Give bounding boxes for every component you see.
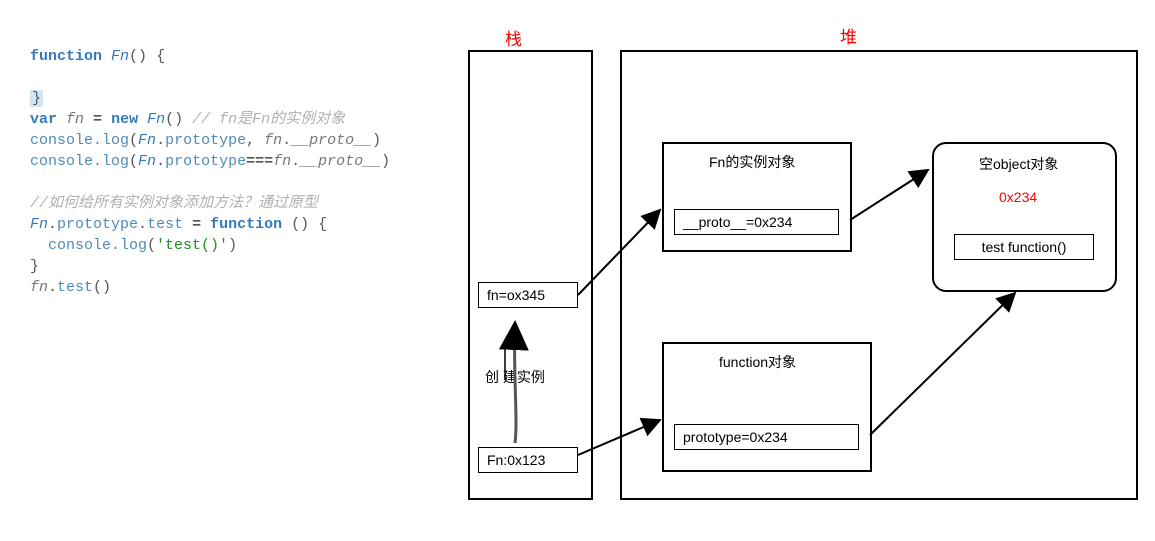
instance-proto-box: __proto__=0x234 <box>674 209 839 235</box>
function-box: function对象 prototype=0x234 <box>662 342 872 472</box>
code-block: function Fn() { } var fn = new Fn() // f… <box>30 25 390 298</box>
empty-title: 空object对象 <box>979 154 1058 174</box>
close-brace: } <box>30 90 43 107</box>
heap-box: Fn的实例对象 __proto__=0x234 function对象 proto… <box>620 50 1138 500</box>
fn-name: Fn <box>111 48 129 65</box>
instance-title: Fn的实例对象 <box>709 152 795 172</box>
function-title: function对象 <box>719 352 796 372</box>
fn-ptr-box: Fn:0x123 <box>478 447 578 473</box>
fn-var-box: fn=ox345 <box>478 282 578 308</box>
function-proto-box: prototype=0x234 <box>674 424 859 450</box>
kw-var: var <box>30 111 57 128</box>
instance-box: Fn的实例对象 __proto__=0x234 <box>662 142 852 252</box>
create-instance-label: 创 建实例 <box>485 367 545 387</box>
memory-diagram: 栈 fn=ox345 创 建实例 Fn:0x123 堆 Fn的实例对象 __pr… <box>460 25 1150 515</box>
kw-function: function <box>30 48 102 65</box>
empty-object-box: 空object对象 0x234 test function() <box>932 142 1117 292</box>
stack-box: fn=ox345 创 建实例 Fn:0x123 <box>468 50 593 500</box>
stack-title: 栈 <box>505 25 522 50</box>
test-fn-box: test function() <box>954 234 1094 260</box>
empty-addr: 0x234 <box>999 189 1037 205</box>
heap-title: 堆 <box>840 23 857 48</box>
